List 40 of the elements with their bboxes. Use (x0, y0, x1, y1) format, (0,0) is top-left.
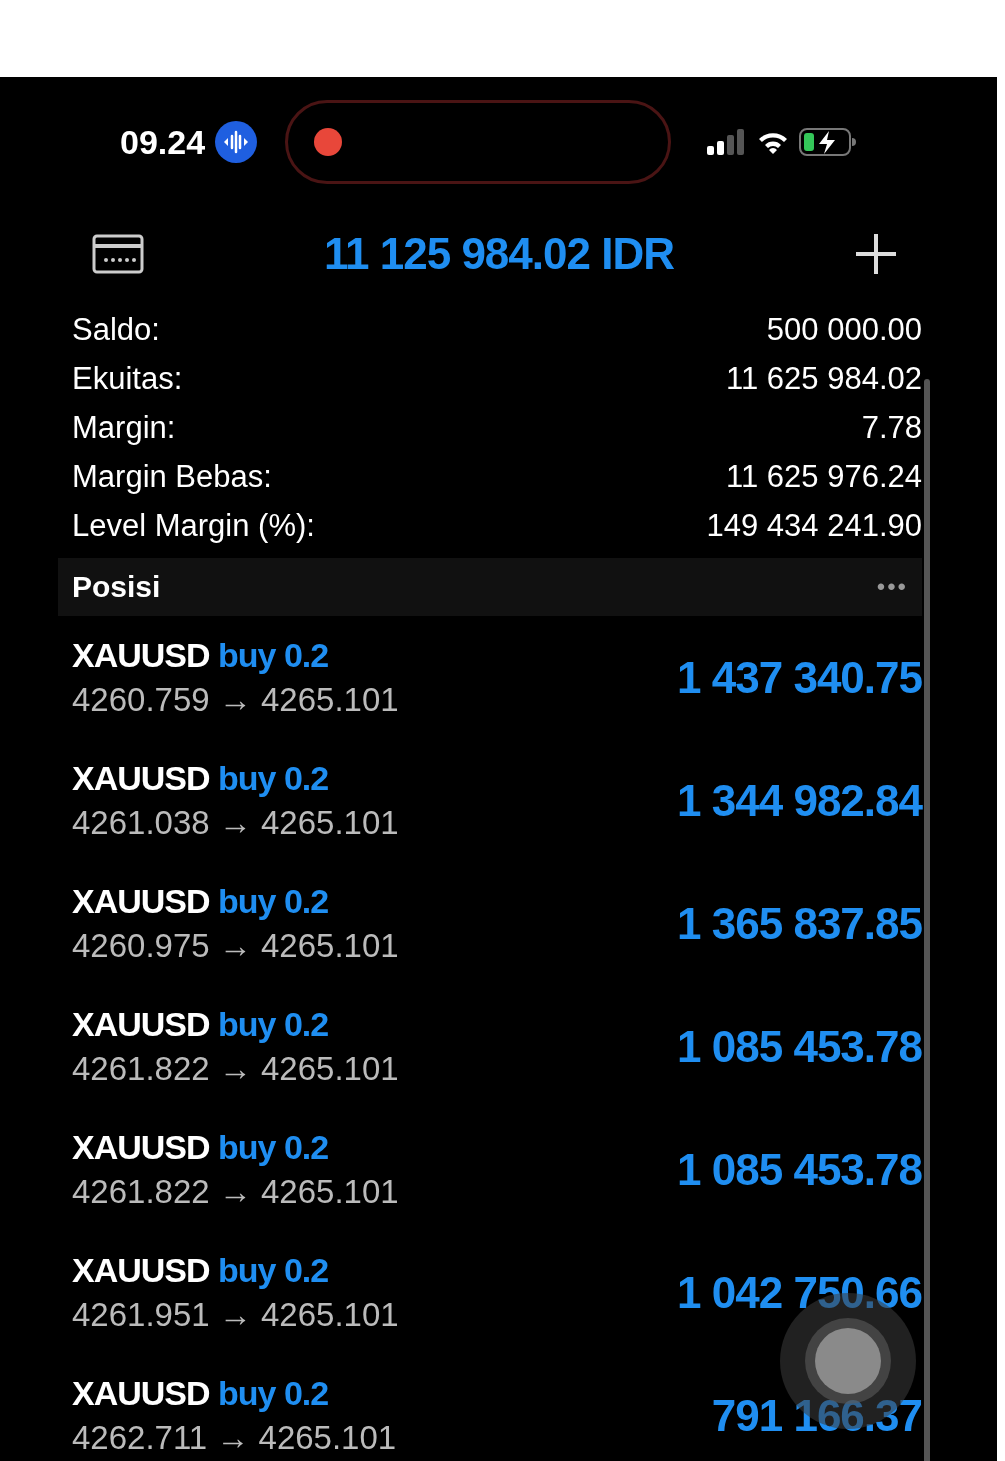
position-prices: 4261.038 → 4265.101 (72, 804, 399, 842)
summary-value: 11 625 976.24 (726, 458, 922, 495)
summary-value: 500 000.00 (766, 311, 922, 348)
position-profit: 1 344 982.84 (677, 775, 922, 826)
position-title[interactable]: XAUUSD buy 0.2 (72, 759, 399, 798)
position-prices: 4260.759 → 4265.101 (72, 681, 399, 719)
position-title[interactable]: XAUUSD buy 0.2 (72, 1374, 397, 1413)
wifi-icon (757, 130, 790, 154)
summary-value: 11 625 984.02 (726, 360, 922, 397)
position-profit: 1 085 453.78 (677, 1021, 922, 1072)
card-icon[interactable] (92, 234, 144, 274)
position-profit: 1 042 750.66 (677, 1267, 922, 1318)
summary-label: Level Margin (%): (72, 507, 315, 544)
position-prices: 4261.951 → 4265.101 (72, 1296, 399, 1334)
position-prices: 4261.822 → 4265.101 (72, 1050, 399, 1088)
position-title[interactable]: XAUUSD buy 0.2 (72, 882, 399, 921)
position-profit: 1 085 453.78 (677, 1144, 922, 1195)
summary-label: Margin: (72, 409, 176, 446)
battery-charging-icon (799, 128, 858, 156)
position-title[interactable]: XAUUSD buy 0.2 (72, 636, 399, 675)
position-title[interactable]: XAUUSD buy 0.2 (72, 1128, 399, 1167)
position-title[interactable]: XAUUSD buy 0.2 (72, 1251, 399, 1290)
more-menu[interactable]: ••• (876, 573, 908, 601)
position-prices: 4261.822 → 4265.101 (72, 1173, 399, 1211)
summary-label: Margin Bebas: (72, 458, 272, 495)
summary-value: 149 434 241.90 (706, 507, 922, 544)
account-balance: 11 125 984.02 IDR (324, 229, 674, 279)
sound-wave-icon (215, 121, 258, 163)
position-profit: 1 365 837.85 (677, 898, 922, 949)
position-profit: 791 166.37 (711, 1390, 922, 1441)
section-title: Posisi (72, 570, 161, 604)
plus-icon[interactable] (854, 232, 898, 276)
position-title[interactable]: XAUUSD buy 0.2 (72, 1005, 399, 1044)
position-profit: 1 437 340.75 (677, 652, 922, 703)
summary-value: 7.78 (861, 409, 922, 446)
position-prices: 4260.975 → 4265.101 (72, 927, 399, 965)
position-prices: 4262.711 → 4265.101 (72, 1419, 397, 1457)
summary-label: Saldo: (72, 311, 160, 348)
status-time: 09.24 (120, 122, 206, 162)
summary-label: Ekuitas: (72, 360, 183, 397)
